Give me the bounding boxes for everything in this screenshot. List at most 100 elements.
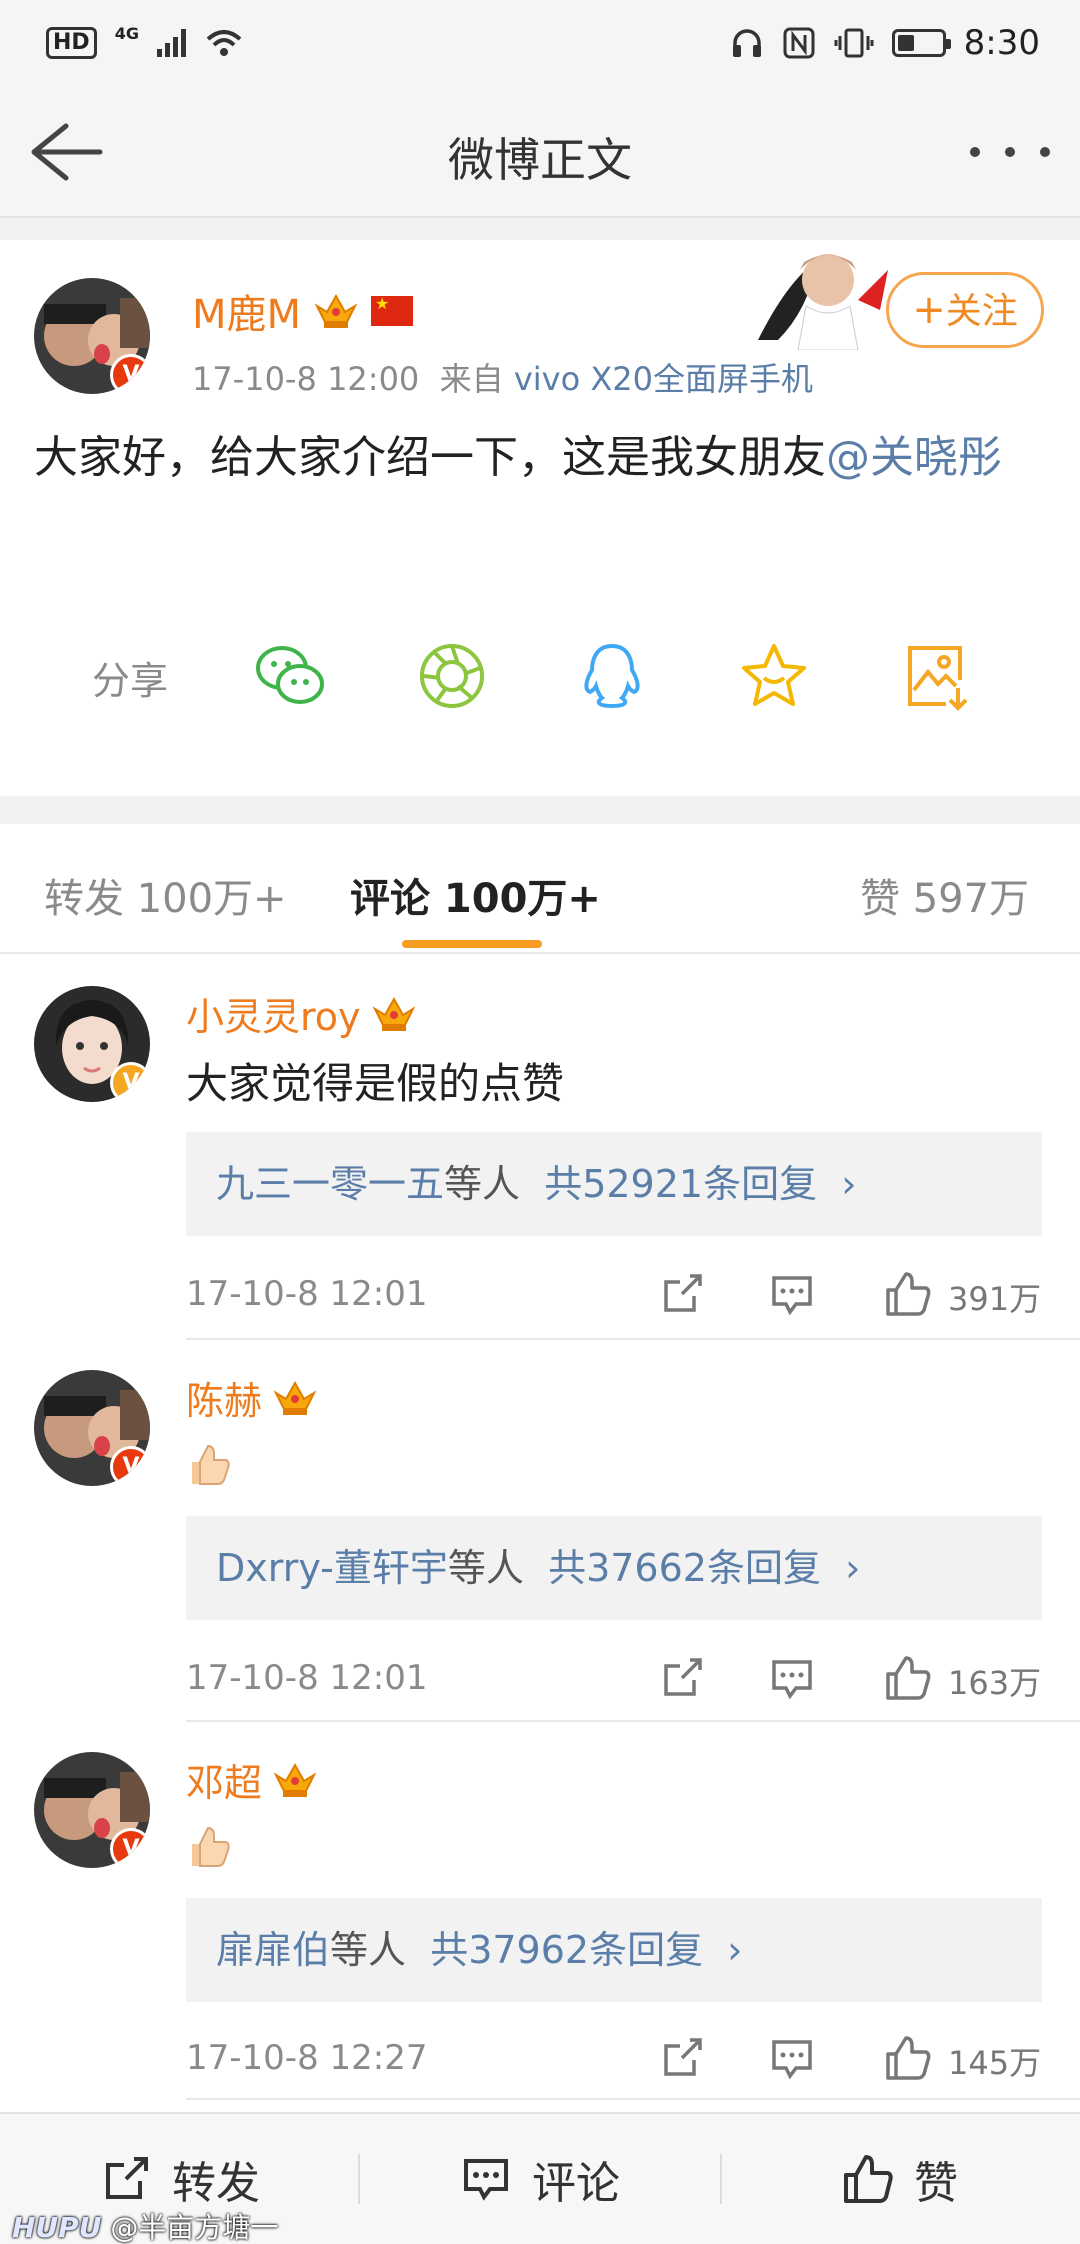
- comment-divider: [186, 2098, 1080, 2100]
- battery-icon: [891, 29, 951, 57]
- like-icon[interactable]: [882, 1652, 934, 1704]
- comment-time: 17-10-8 12:01: [186, 1658, 428, 1698]
- reply-suffix: 等人: [444, 1162, 521, 1206]
- reply-user-names[interactable]: 九三一零一五: [216, 1162, 444, 1206]
- bottom-divider: [358, 2154, 360, 2204]
- thumbs-up-emoji-icon: [192, 1826, 230, 1867]
- network-type: 4G: [114, 23, 139, 43]
- commenter-avatar[interactable]: V: [34, 1370, 150, 1486]
- verified-badge-icon: V: [110, 1828, 150, 1868]
- like-button[interactable]: 赞: [840, 2144, 958, 2214]
- comment-footer: 17-10-8 12:27 145万: [186, 2028, 1056, 2088]
- post-mention-link[interactable]: @关晓彤: [826, 432, 1002, 483]
- crown-vip-icon: [314, 293, 358, 328]
- chevron-right-icon: ›: [845, 1546, 861, 1590]
- vibrate-icon: [834, 28, 874, 58]
- post-text-main: 大家好，给大家介绍一下，这是我女朋友: [34, 432, 826, 483]
- commenter-name-row[interactable]: 邓超: [186, 1752, 318, 1807]
- reply-count[interactable]: 共37662条回复: [548, 1546, 821, 1590]
- source-prefix: 来自: [439, 360, 504, 398]
- reply-suffix: 等人: [447, 1546, 524, 1590]
- replies-summary[interactable]: 扉扉伯等人 共37962条回复 ›: [186, 1898, 1042, 2002]
- author-avatar[interactable]: V: [34, 278, 150, 394]
- comment-button[interactable]: 评论: [458, 2144, 620, 2214]
- thumbs-up-emoji-icon: [192, 1444, 230, 1485]
- comment-icon[interactable]: [766, 1268, 818, 1320]
- reply-user-names[interactable]: 扉扉伯: [216, 1928, 330, 1972]
- crown-vip-icon: [273, 1380, 317, 1415]
- signal-icon: [156, 29, 186, 57]
- like-icon: [844, 2155, 893, 2203]
- status-left: HD 4G: [46, 23, 244, 59]
- hd-indicator: HD: [46, 27, 97, 59]
- plus-icon: +: [912, 287, 946, 333]
- comment-icon[interactable]: [766, 2032, 818, 2084]
- qq-icon[interactable]: [572, 636, 652, 716]
- replies-summary[interactable]: Dxrry-董轩宇等人 共37662条回复 ›: [186, 1516, 1042, 1620]
- like-icon[interactable]: [882, 2032, 934, 2084]
- repost-icon[interactable]: [656, 1268, 708, 1320]
- wifi-icon: [206, 30, 242, 56]
- tab-repost[interactable]: 转发 100万+: [44, 866, 287, 924]
- commenter-name[interactable]: 陈赫: [186, 1370, 262, 1425]
- chevron-right-icon: ›: [727, 1928, 743, 1972]
- clock: 8:30: [963, 23, 1040, 63]
- comment-divider: [186, 1720, 1080, 1722]
- tab-comment[interactable]: 评论 100万+: [350, 866, 601, 924]
- like-icon[interactable]: [882, 1268, 934, 1320]
- watermark-user: @半亩方塘一: [110, 2211, 279, 2244]
- commenter-avatar[interactable]: V: [34, 1752, 150, 1868]
- nfc-icon: [783, 27, 815, 59]
- comment-icon: [464, 2159, 508, 2201]
- share-label: 分享: [92, 659, 169, 703]
- favorite-icon[interactable]: [734, 636, 814, 716]
- verified-badge-icon: V: [110, 354, 150, 394]
- reply-count[interactable]: 共52921条回复: [544, 1162, 817, 1206]
- comment-time: 17-10-8 12:27: [186, 2038, 428, 2078]
- commenter-avatar[interactable]: V: [34, 986, 150, 1102]
- share-row: 分享: [0, 620, 1080, 730]
- reply-count[interactable]: 共37962条回复: [430, 1928, 703, 1972]
- more-options-icon[interactable]: [970, 122, 1050, 182]
- nav-bar: 微博正文: [0, 86, 1080, 218]
- profile-banner-decoration: [758, 254, 888, 350]
- comment-footer: 17-10-8 12:01 163万: [186, 1648, 1056, 1708]
- tab-like[interactable]: 赞 597万: [860, 866, 1029, 924]
- comment-time: 17-10-8 12:01: [186, 1274, 428, 1314]
- china-flag-icon: [371, 294, 414, 326]
- commenter-name-row[interactable]: 陈赫: [186, 1370, 318, 1425]
- status-bar: HD 4G 8:30: [0, 0, 1080, 86]
- status-right: 8:30: [730, 23, 1040, 63]
- verified-badge-icon: V: [110, 1062, 150, 1102]
- repost-button[interactable]: 转发: [98, 2144, 260, 2214]
- page-title: 微博正文: [448, 133, 632, 187]
- repost-label: 转发: [172, 2158, 260, 2209]
- active-tab-indicator: [402, 940, 542, 948]
- repost-icon: [106, 2157, 148, 2199]
- author-name[interactable]: M鹿M: [192, 282, 301, 340]
- commenter-name[interactable]: 邓超: [186, 1752, 262, 1807]
- replies-summary[interactable]: 九三一零一五等人 共52921条回复 ›: [186, 1132, 1042, 1236]
- post-tabs: 转发 100万+ 评论 100万+ 赞 597万: [0, 824, 1080, 954]
- wechat-icon[interactable]: [250, 636, 330, 716]
- author-name-row[interactable]: M鹿M: [192, 282, 414, 340]
- chevron-right-icon: ›: [841, 1162, 857, 1206]
- like-count: 163万: [948, 1664, 1042, 1702]
- moments-icon[interactable]: [412, 636, 492, 716]
- repost-icon[interactable]: [656, 1652, 708, 1704]
- section-divider: [0, 796, 1080, 824]
- bottom-divider: [720, 2154, 722, 2204]
- crown-vip-icon: [372, 996, 415, 1031]
- verified-badge-icon: V: [110, 1446, 150, 1486]
- commenter-name-row[interactable]: 小灵灵roy: [186, 986, 417, 1041]
- comment-icon[interactable]: [766, 1652, 818, 1704]
- headphones-icon: [732, 29, 761, 57]
- follow-button[interactable]: +关注: [886, 272, 1044, 348]
- post-meta: 17-10-8 12:00 来自 vivo X20全面屏手机: [192, 354, 813, 400]
- section-divider: [0, 218, 1080, 240]
- post-source[interactable]: vivo X20全面屏手机: [514, 360, 813, 398]
- reply-user-names[interactable]: Dxrry-董轩宇: [216, 1546, 448, 1590]
- save-image-icon[interactable]: [896, 636, 976, 716]
- repost-icon[interactable]: [656, 2032, 708, 2084]
- commenter-name[interactable]: 小灵灵roy: [186, 986, 361, 1041]
